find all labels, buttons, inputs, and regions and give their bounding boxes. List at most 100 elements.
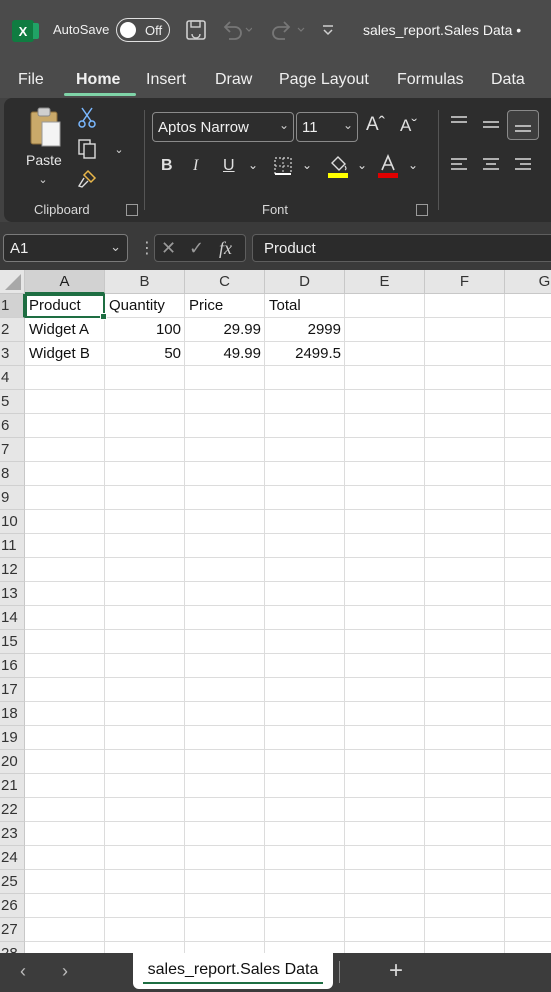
cell-b4[interactable] bbox=[105, 366, 185, 390]
formula-input[interactable]: Product bbox=[252, 234, 551, 262]
cell-a26[interactable] bbox=[25, 894, 105, 918]
row-header-16[interactable]: 16 bbox=[0, 654, 25, 678]
cell-g26[interactable] bbox=[505, 894, 551, 918]
cell-b13[interactable] bbox=[105, 582, 185, 606]
cell-c15[interactable] bbox=[185, 630, 265, 654]
font-color-icon[interactable] bbox=[376, 153, 400, 179]
cell-b17[interactable] bbox=[105, 678, 185, 702]
cell-e12[interactable] bbox=[345, 558, 425, 582]
cell-c9[interactable] bbox=[185, 486, 265, 510]
paste-dropdown-icon[interactable]: ⌄ bbox=[36, 172, 50, 186]
cell-a5[interactable] bbox=[25, 390, 105, 414]
cell-d8[interactable] bbox=[265, 462, 345, 486]
cell-e18[interactable] bbox=[345, 702, 425, 726]
row-header-10[interactable]: 10 bbox=[0, 510, 25, 534]
cell-e22[interactable] bbox=[345, 798, 425, 822]
enter-icon[interactable]: ✓ bbox=[189, 238, 204, 259]
column-header-c[interactable]: C bbox=[185, 270, 265, 294]
cell-c24[interactable] bbox=[185, 846, 265, 870]
cell-a6[interactable] bbox=[25, 414, 105, 438]
font-color-dropdown-icon[interactable]: ⌄ bbox=[408, 158, 418, 172]
cell-e7[interactable] bbox=[345, 438, 425, 462]
top-align-icon[interactable] bbox=[448, 114, 470, 132]
cell-d9[interactable] bbox=[265, 486, 345, 510]
add-sheet-button[interactable]: + bbox=[389, 957, 403, 985]
save-icon[interactable] bbox=[185, 18, 207, 42]
cell-a18[interactable] bbox=[25, 702, 105, 726]
cell-c1[interactable]: Price bbox=[185, 294, 265, 318]
cell-c4[interactable] bbox=[185, 366, 265, 390]
cell-e9[interactable] bbox=[345, 486, 425, 510]
cell-c23[interactable] bbox=[185, 822, 265, 846]
cell-f18[interactable] bbox=[425, 702, 505, 726]
decrease-font-size-button[interactable]: Aˇ bbox=[400, 116, 417, 136]
cell-f6[interactable] bbox=[425, 414, 505, 438]
cell-a24[interactable] bbox=[25, 846, 105, 870]
cell-f19[interactable] bbox=[425, 726, 505, 750]
cell-d18[interactable] bbox=[265, 702, 345, 726]
cell-d2[interactable]: 2999 bbox=[265, 318, 345, 342]
copy-dropdown-icon[interactable]: ⌄ bbox=[112, 142, 126, 156]
borders-icon[interactable] bbox=[272, 155, 294, 177]
undo-icon[interactable] bbox=[220, 18, 252, 42]
italic-button[interactable]: I bbox=[193, 157, 198, 175]
row-header-20[interactable]: 20 bbox=[0, 750, 25, 774]
cell-a16[interactable] bbox=[25, 654, 105, 678]
cell-c26[interactable] bbox=[185, 894, 265, 918]
cell-b1[interactable]: Quantity bbox=[105, 294, 185, 318]
cell-a19[interactable] bbox=[25, 726, 105, 750]
more-options-icon[interactable]: ⋮ bbox=[139, 238, 155, 258]
cell-d25[interactable] bbox=[265, 870, 345, 894]
cell-a3[interactable]: Widget B bbox=[25, 342, 105, 366]
cell-e14[interactable] bbox=[345, 606, 425, 630]
cell-e27[interactable] bbox=[345, 918, 425, 942]
cell-d6[interactable] bbox=[265, 414, 345, 438]
cell-c19[interactable] bbox=[185, 726, 265, 750]
font-launcher-icon[interactable] bbox=[416, 204, 428, 216]
cell-a1[interactable]: Product bbox=[25, 294, 107, 320]
cell-c10[interactable] bbox=[185, 510, 265, 534]
row-header-13[interactable]: 13 bbox=[0, 582, 25, 606]
cell-a23[interactable] bbox=[25, 822, 105, 846]
cell-e8[interactable] bbox=[345, 462, 425, 486]
cell-e23[interactable] bbox=[345, 822, 425, 846]
cell-e4[interactable] bbox=[345, 366, 425, 390]
sheet-tab-sales-data[interactable]: sales_report.Sales Data bbox=[133, 953, 333, 989]
cell-d4[interactable] bbox=[265, 366, 345, 390]
cell-f20[interactable] bbox=[425, 750, 505, 774]
cell-e17[interactable] bbox=[345, 678, 425, 702]
cell-f24[interactable] bbox=[425, 846, 505, 870]
cell-a27[interactable] bbox=[25, 918, 105, 942]
row-header-11[interactable]: 11 bbox=[0, 534, 25, 558]
cell-f15[interactable] bbox=[425, 630, 505, 654]
cell-b20[interactable] bbox=[105, 750, 185, 774]
cell-b9[interactable] bbox=[105, 486, 185, 510]
cell-a21[interactable] bbox=[25, 774, 105, 798]
cell-e5[interactable] bbox=[345, 390, 425, 414]
cell-d13[interactable] bbox=[265, 582, 345, 606]
cell-g9[interactable] bbox=[505, 486, 551, 510]
column-header-a[interactable]: A bbox=[25, 270, 105, 294]
underline-dropdown-icon[interactable]: ⌄ bbox=[248, 158, 258, 172]
cell-g8[interactable] bbox=[505, 462, 551, 486]
cell-e25[interactable] bbox=[345, 870, 425, 894]
cell-d23[interactable] bbox=[265, 822, 345, 846]
cell-f2[interactable] bbox=[425, 318, 505, 342]
cell-c18[interactable] bbox=[185, 702, 265, 726]
cell-g18[interactable] bbox=[505, 702, 551, 726]
align-center-icon[interactable] bbox=[480, 156, 502, 174]
tab-page-layout[interactable]: Page Layout bbox=[279, 71, 369, 89]
cell-d1[interactable]: Total bbox=[265, 294, 345, 318]
row-header-22[interactable]: 22 bbox=[0, 798, 25, 822]
redo-icon[interactable] bbox=[268, 18, 308, 42]
cell-f11[interactable] bbox=[425, 534, 505, 558]
cell-g13[interactable] bbox=[505, 582, 551, 606]
cell-f28[interactable] bbox=[425, 942, 505, 953]
tab-data[interactable]: Data bbox=[491, 71, 525, 89]
cell-a9[interactable] bbox=[25, 486, 105, 510]
cell-a17[interactable] bbox=[25, 678, 105, 702]
cell-f13[interactable] bbox=[425, 582, 505, 606]
cancel-icon[interactable]: ✕ bbox=[161, 238, 176, 259]
cell-a11[interactable] bbox=[25, 534, 105, 558]
row-header-7[interactable]: 7 bbox=[0, 438, 25, 462]
